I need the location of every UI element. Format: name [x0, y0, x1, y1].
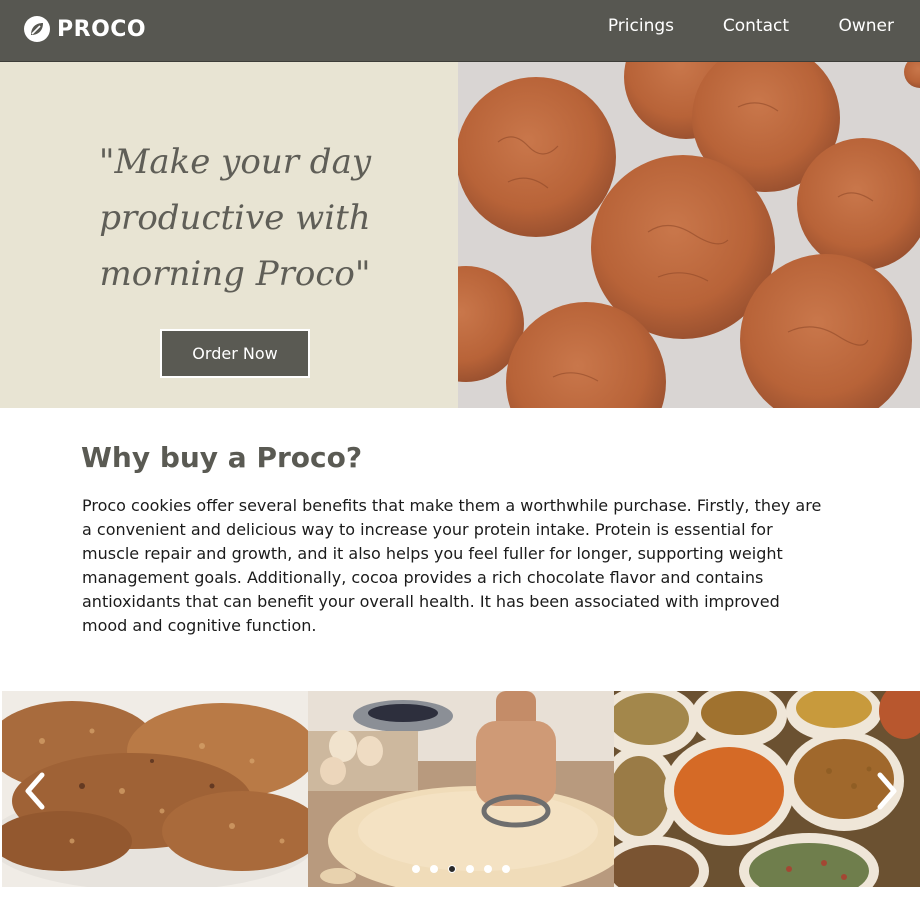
carousel-indicators — [412, 865, 520, 875]
carousel-dot[interactable] — [430, 865, 438, 873]
hero-quote-line: morning Proco" — [99, 254, 371, 294]
hero-image-cookies — [458, 62, 920, 408]
chevron-left-icon[interactable] — [20, 771, 50, 811]
hero-quote: "Make your day productive with morning P… — [20, 134, 450, 302]
leaf-icon — [24, 16, 50, 42]
brand-logo[interactable]: PROCO — [24, 14, 146, 44]
carousel-dot[interactable] — [484, 865, 492, 873]
brand-name: PROCO — [57, 16, 147, 42]
carousel-dot[interactable] — [466, 865, 474, 873]
nav-link-pricings[interactable]: Pricings — [608, 16, 674, 36]
carousel-slide-dough[interactable] — [308, 691, 614, 887]
hero-quote-line: "Make your day — [98, 142, 372, 182]
nav-link-contact[interactable]: Contact — [723, 16, 789, 36]
image-carousel — [2, 691, 920, 887]
dough-cutting-photo — [308, 691, 614, 887]
cookies-photo — [458, 62, 920, 408]
section-description: Proco cookies offer several benefits tha… — [82, 496, 822, 635]
carousel-dot[interactable] — [502, 865, 510, 873]
section-title: Why buy a Proco? — [81, 441, 363, 474]
carousel-dot[interactable] — [412, 865, 420, 873]
hero-quote-line: productive with — [99, 198, 371, 238]
hero-panel: "Make your day productive with morning P… — [0, 62, 458, 408]
navbar: PROCO Pricings Contact Owner — [0, 0, 920, 62]
nav-link-owner[interactable]: Owner — [838, 16, 894, 36]
order-now-button[interactable]: Order Now — [160, 329, 310, 378]
carousel-dot[interactable] — [448, 865, 456, 873]
chevron-right-icon[interactable] — [872, 771, 902, 811]
